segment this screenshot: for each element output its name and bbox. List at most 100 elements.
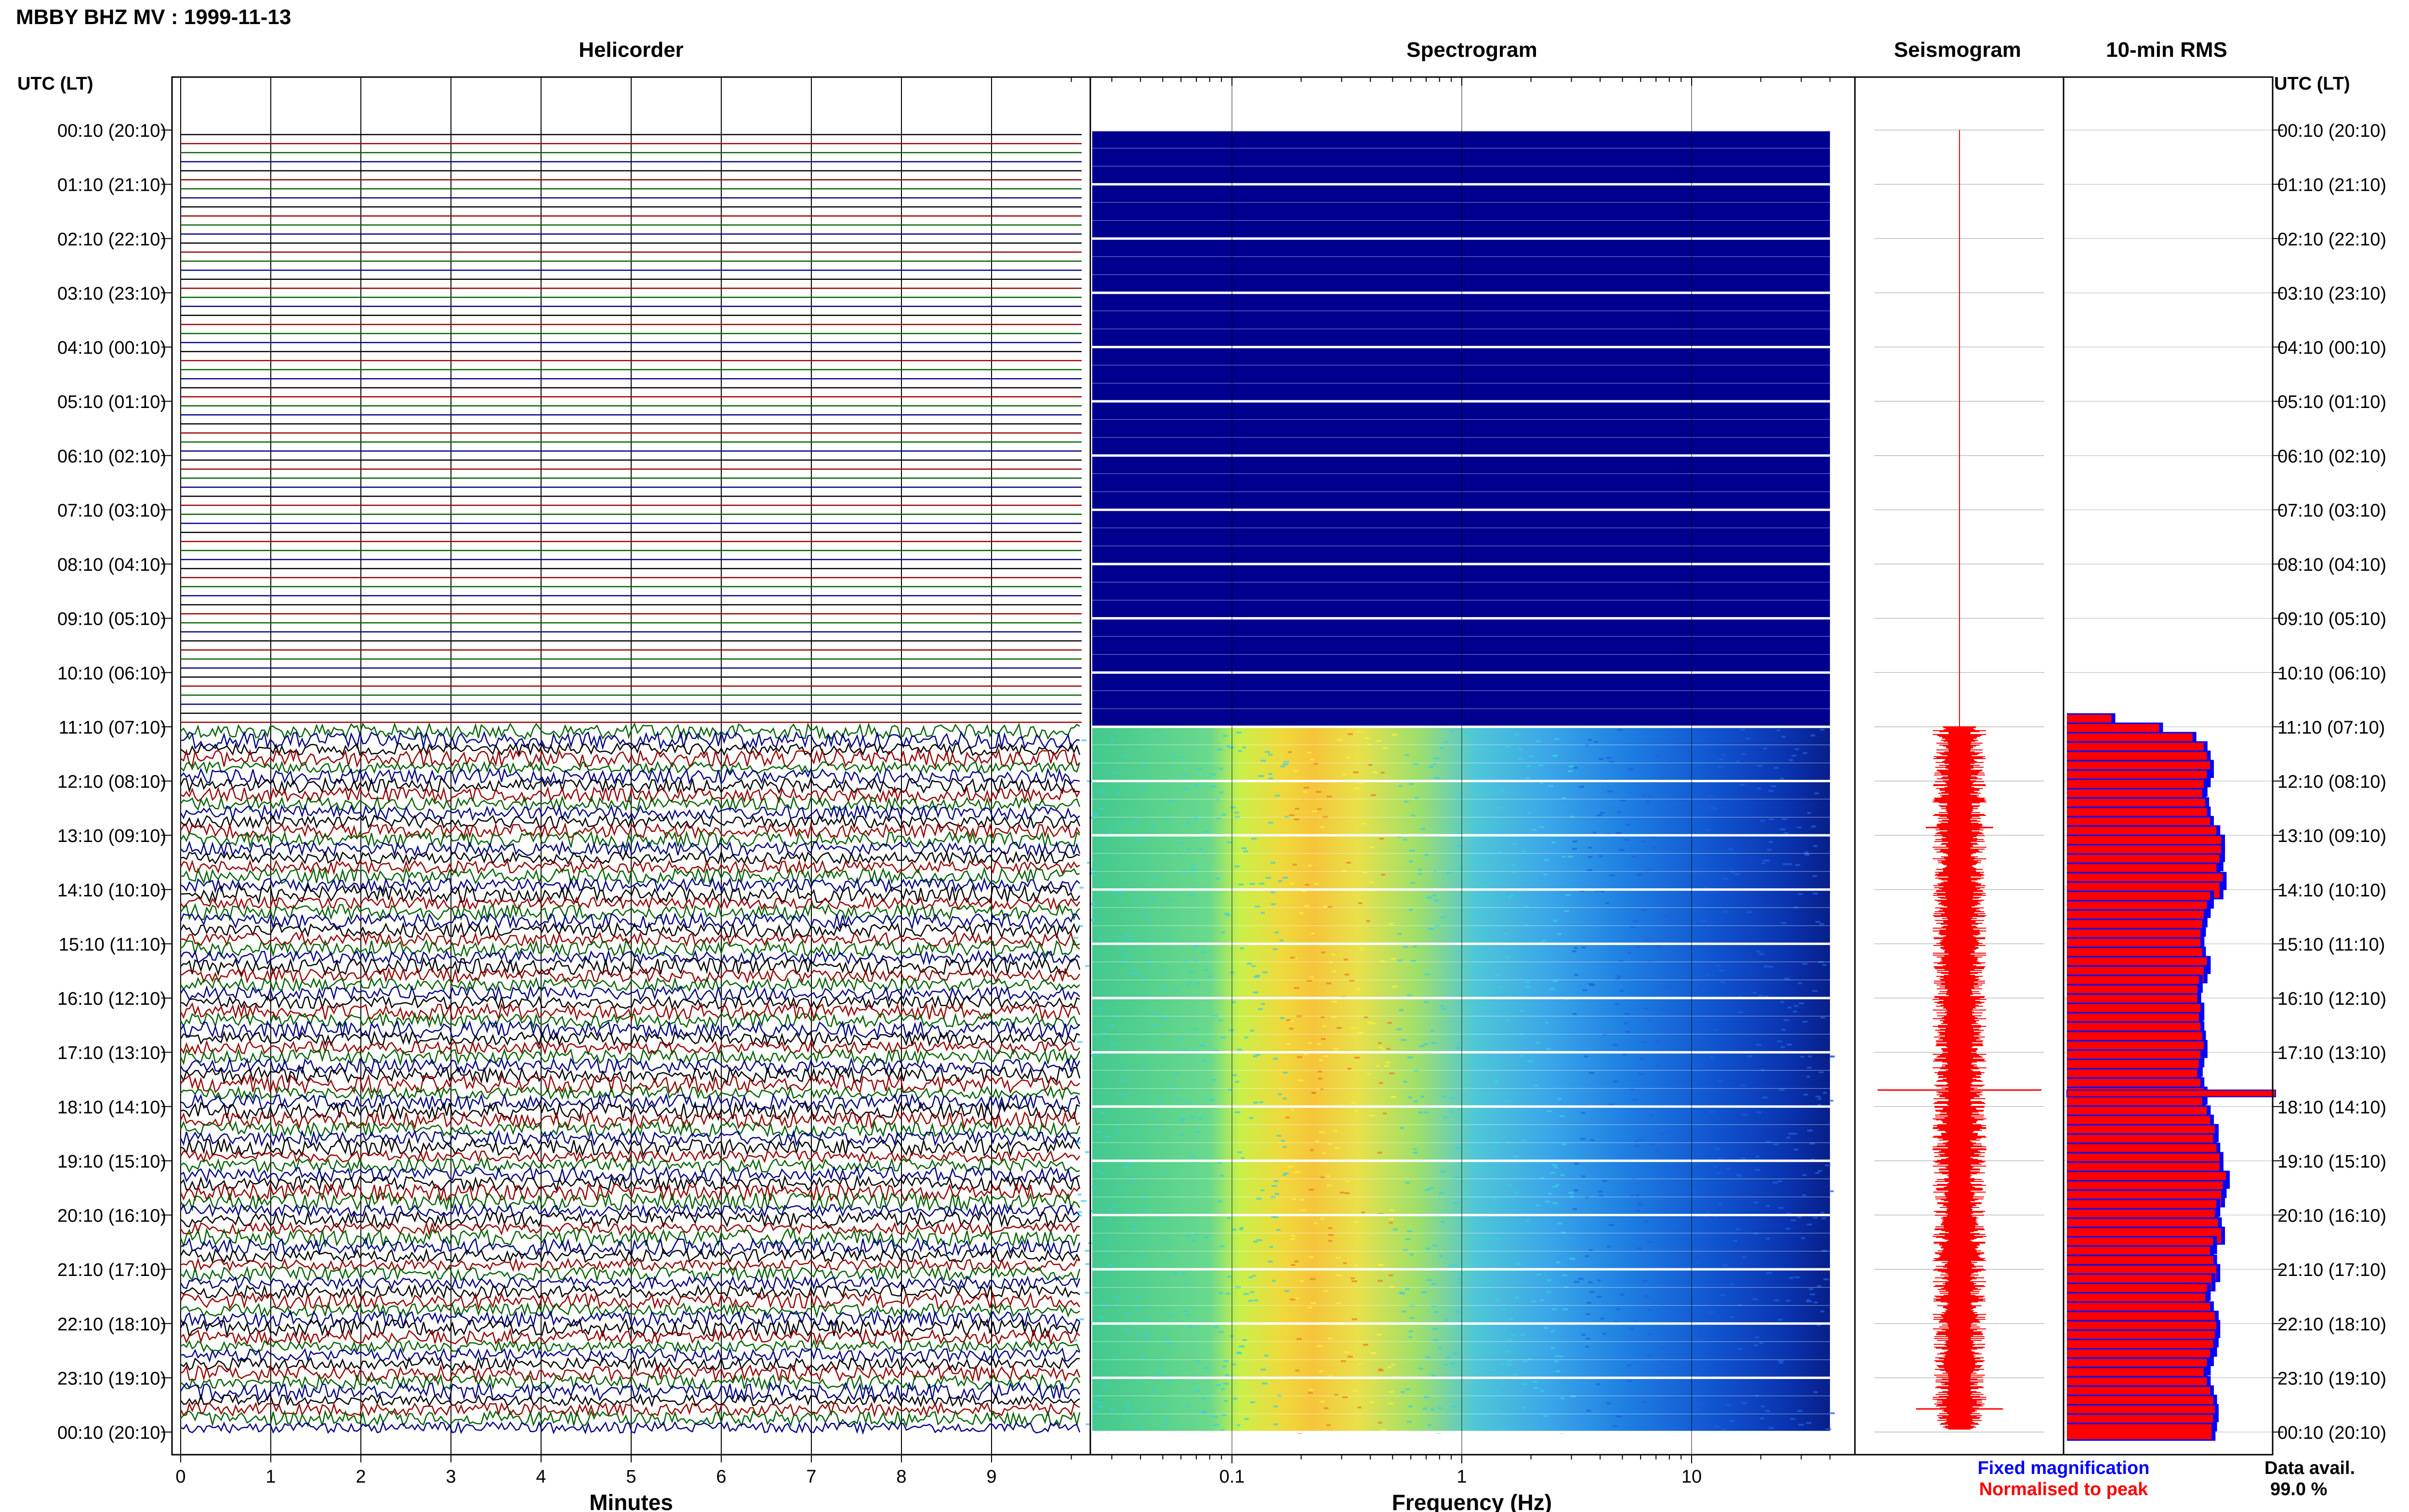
spectrogram-texture [1685, 1289, 1691, 1291]
spectrogram-texture [1561, 1397, 1565, 1399]
spectrogram-texture [1557, 933, 1562, 935]
spectrogram-texture [1387, 1366, 1391, 1368]
spectrogram-texture [1492, 1146, 1496, 1148]
spectrogram-texture [1091, 868, 1097, 870]
spectrogram-texture [1777, 1318, 1783, 1321]
spectrogram-texture [1668, 919, 1674, 921]
spectrogram-texture [1525, 986, 1530, 988]
spectrogram-texture [1224, 912, 1230, 915]
spectrogram-texture [1252, 1275, 1256, 1277]
spectrogram-texture [1471, 911, 1477, 914]
spectrogram-texture [1682, 975, 1688, 978]
spectrogram-texture [1557, 1223, 1562, 1224]
spectrogram-texture [1527, 812, 1531, 814]
spectrogram-texture [1585, 1255, 1589, 1257]
spectrogram-texture [1475, 1099, 1480, 1101]
spectrogram-texture [1762, 859, 1769, 862]
spectrogram-texture [1578, 1277, 1584, 1280]
spectrogram-texture [1718, 1157, 1723, 1160]
spectrogram-texture [1820, 728, 1825, 731]
spectrogram-texture [1606, 1402, 1611, 1405]
spectrogram-texture [1248, 1276, 1253, 1278]
spectrogram-texture [1289, 814, 1295, 816]
spectrogram-texture [1379, 838, 1384, 840]
spectrogram-texture [1249, 883, 1255, 885]
spectrogram-texture [1100, 1112, 1106, 1114]
spectrogram-texture [1564, 910, 1569, 912]
spectrogram-texture [1346, 756, 1351, 759]
spectrogram-texture [1557, 1098, 1562, 1100]
spectrogram-texture [1675, 738, 1680, 741]
spectrogram-texture [1103, 1385, 1108, 1387]
spectrogram-texture [1354, 1056, 1360, 1059]
spectrogram-texture [1466, 1144, 1471, 1147]
spectrogram-texture [1688, 1157, 1694, 1159]
spectrogram-texture [1768, 965, 1774, 968]
spectrogram-texture [1111, 739, 1115, 741]
spectrogram-texture [1813, 1217, 1818, 1219]
spectrogram-texture [1409, 1330, 1414, 1333]
spectrogram-texture [1531, 829, 1536, 831]
spectrogram-texture [1588, 846, 1592, 849]
time-label-left: 02:10 (22:10) [57, 229, 166, 250]
spectrogram-texture [1090, 1054, 1096, 1057]
spectrogram-texture [1567, 770, 1573, 773]
spectrogram-texture [1550, 1330, 1555, 1332]
spectrogram-texture [1248, 1300, 1253, 1302]
spectrogram-texture [1353, 1390, 1358, 1392]
spectrogram-texture [1108, 831, 1112, 833]
spectrogram-texture [1291, 1198, 1297, 1200]
spectrogram-texture [1684, 1014, 1689, 1017]
spectrogram-texture [1361, 822, 1366, 825]
spectrogram-texture [1111, 1042, 1116, 1045]
spectrogram-texture [1758, 995, 1763, 997]
spectrogram-texture [1754, 1201, 1759, 1204]
spectrogram-texture [1369, 1114, 1375, 1117]
spectrogram-texture [1659, 1371, 1665, 1373]
spectrogram-texture [1290, 882, 1294, 885]
helicorder-x-tick-label: 2 [356, 1467, 366, 1487]
spectrogram-texture [1388, 1402, 1394, 1405]
spectrogram-texture [1326, 1175, 1330, 1178]
spectrogram-texture [1294, 1260, 1298, 1262]
spectrogram-texture [1492, 1197, 1497, 1200]
spectrogram-texture [1331, 953, 1336, 956]
spectrogram-texture [1815, 920, 1821, 923]
spectrogram-texture [1709, 1055, 1714, 1058]
spectrogram-texture [1175, 1072, 1179, 1075]
spectrogram-texture [1574, 1189, 1578, 1192]
spectrogram-texture [1607, 1245, 1611, 1248]
spectrogram-texture [1274, 931, 1279, 933]
spectrogram-texture [1096, 1170, 1100, 1172]
spectrogram-texture [1550, 1171, 1556, 1174]
spectrogram-texture [1765, 1410, 1771, 1412]
time-label-left: 01:10 (21:10) [57, 175, 166, 196]
spectrogram-texture [1234, 1111, 1241, 1113]
spectrogram-texture [1199, 1044, 1205, 1047]
spectrogram-texture [1407, 1230, 1413, 1233]
spectrogram-texture [1163, 1339, 1168, 1341]
spectrogram-texture [1752, 1298, 1758, 1301]
spectrogram-texture [1672, 933, 1678, 935]
spectrogram-texture [1294, 987, 1299, 989]
spectrogram-texture [1253, 976, 1259, 978]
spectrogram-texture [1808, 1055, 1812, 1058]
spectrogram-texture [1308, 1042, 1312, 1044]
spectrogram-texture [1290, 1238, 1295, 1240]
spectrogram-texture [1780, 777, 1784, 780]
spectrogram-texture [1112, 1205, 1117, 1208]
time-label-right: 00:10 (20:10) [2277, 121, 2386, 141]
spectrogram-texture [1670, 1000, 1676, 1003]
spectrogram-texture [1407, 1096, 1412, 1099]
spectrogram-texture [1719, 758, 1724, 761]
time-label-right: 08:10 (04:10) [2277, 555, 2386, 575]
spectrogram-texture [1810, 734, 1815, 736]
spectrogram-texture [1814, 792, 1819, 795]
spectrogram-texture [1674, 1180, 1679, 1183]
spectrogram-texture [1661, 1347, 1666, 1349]
spectrogram-texture [1142, 1065, 1146, 1068]
spectrogram-texture [1204, 1236, 1209, 1238]
time-label-right: 18:10 (14:10) [2277, 1097, 2386, 1118]
spectrogram-texture [1486, 1293, 1490, 1295]
helicorder-panel-title: Helicorder [579, 38, 684, 62]
